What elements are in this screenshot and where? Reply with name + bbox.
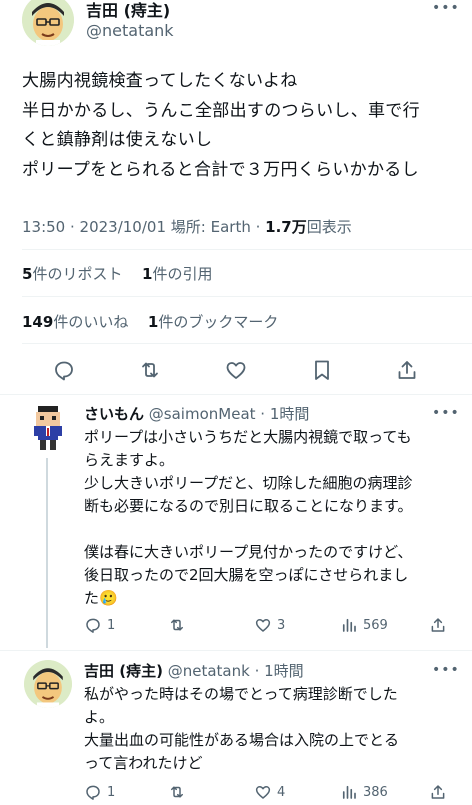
share-button[interactable] (395, 358, 419, 382)
reply-author-name[interactable]: 吉田 (痔主) (84, 662, 163, 680)
quotes-label: 件の引用 (152, 265, 213, 283)
reply-views-button[interactable]: 386 (340, 783, 388, 801)
share-icon (431, 618, 445, 632)
reply-replies-count: 1 (107, 617, 116, 633)
reply-author-handle[interactable]: @saimonMeat (149, 405, 256, 423)
repost-icon (171, 786, 183, 798)
reply-replies-count: 1 (107, 784, 116, 800)
tweet-meta: 13:50 · 2023/10/01 場所: Earth · 1.7万回表示 (22, 218, 352, 236)
reply-repost-button[interactable] (168, 616, 191, 634)
reply-likes-count: 4 (277, 784, 286, 800)
reply-avatar[interactable] (24, 404, 72, 452)
reply-icon (86, 785, 100, 800)
reply-text-line: 大量出血の可能性がある場合は入院の上でとる (84, 731, 400, 749)
reply-like-button[interactable]: 3 (254, 616, 285, 634)
reply-share-button[interactable] (429, 783, 447, 801)
quotes-stat[interactable]: 1件の引用 (142, 265, 212, 283)
reposts-stat[interactable]: 5件のリポスト (22, 265, 122, 283)
reposts-count: 5 (22, 265, 33, 283)
tweet-location[interactable]: 場所: Earth (171, 218, 251, 236)
reply-text-line: らえますよ。 (84, 451, 175, 469)
like-button[interactable] (224, 358, 248, 382)
share-icon (398, 361, 416, 379)
reply-time[interactable]: · 1時間 (255, 662, 304, 680)
reply-button[interactable] (52, 358, 76, 382)
reply-likes-count: 3 (277, 617, 286, 633)
reply-text-line: 断も必要になるので別日に取ることになります。 (84, 497, 413, 515)
reply-text-line (84, 518, 469, 541)
author-name[interactable]: 吉田 (痔主) (86, 0, 170, 21)
bookmarks-count: 1 (147, 313, 159, 331)
reply-text-line: 少し大きいポリープだと、切除した細胞の病理診 (84, 474, 413, 492)
repost-button[interactable] (138, 358, 162, 382)
reply-avatar[interactable] (24, 660, 72, 708)
thread-line (46, 458, 48, 648)
reply-reply-button[interactable]: 1 (84, 616, 115, 634)
avatar-cartoon-face-icon (22, 0, 74, 46)
reply-more-options-icon[interactable]: ••• (432, 405, 460, 421)
reply-text-line: 僕は春に大きいポリープ見付かったのですけど、 (84, 543, 413, 561)
more-options-icon[interactable]: ••• (432, 0, 460, 16)
bookmarks-label: 件のブックマーク (158, 313, 279, 331)
reply-text: 私がやった時はその場でとって病理診断でした よ。 大量出血の可能性がある場合は入… (84, 683, 469, 775)
likes-stat[interactable]: 149件のいいね (22, 313, 128, 331)
bookmark-button[interactable] (310, 358, 334, 382)
reply-views-count: 569 (363, 617, 388, 633)
likes-count: 149 (22, 313, 54, 331)
reply-views-button[interactable]: 569 (340, 616, 388, 634)
tweet-text-line: ポリープをとられると合計で３万円くらいかかるし (22, 159, 419, 180)
views-chart-icon (342, 785, 356, 799)
author-handle[interactable]: @netatank (86, 21, 174, 40)
divider (22, 296, 472, 297)
tweet-text-line: 大腸内視鏡検査ってしたくないよね (22, 71, 298, 91)
repost-icon (171, 619, 183, 631)
reply-text-line: よ。 (84, 708, 115, 726)
reply-text-line: 私がやった時はその場でとって病理診断でした (84, 685, 398, 703)
heart-icon (226, 362, 246, 379)
bookmark-icon (315, 360, 329, 380)
repost-quote-stats: 5件のリポスト 1件の引用 (22, 263, 212, 284)
divider (22, 343, 472, 344)
reply-like-button[interactable]: 4 (254, 783, 285, 801)
reply-more-options-icon[interactable]: ••• (432, 662, 460, 678)
views-chart-icon (342, 618, 356, 632)
reply-text-line: ポリープは小さいうちだと大腸内視鏡で取っても (84, 428, 412, 446)
views-count: 1.7万 (265, 218, 307, 236)
reply-time[interactable]: · 1時間 (260, 405, 309, 423)
divider (0, 394, 472, 395)
reply-header: 吉田 (痔主) @netatank · 1時間 (84, 660, 304, 681)
reply-views-count: 386 (363, 784, 388, 800)
divider (0, 650, 472, 651)
reply-share-button[interactable] (429, 616, 447, 634)
reply-reply-button[interactable]: 1 (84, 783, 115, 801)
reply-author-name[interactable]: さいもん (84, 405, 144, 423)
share-icon (431, 785, 445, 799)
reply-text-line: 後日取ったので2回大腸を空っぽにさせられまし (84, 566, 409, 584)
heart-icon (255, 786, 271, 799)
author-avatar[interactable] (22, 0, 74, 46)
views-label: 回表示 (306, 218, 352, 236)
like-bookmark-stats: 149件のいいね 1件のブックマーク (22, 311, 278, 332)
reply-text-line: って言われたけど (84, 754, 203, 772)
heart-icon (255, 619, 271, 632)
reposts-label: 件のリポスト (32, 265, 123, 283)
reply-icon (55, 361, 73, 381)
reply-repost-button[interactable] (168, 783, 191, 801)
reply-icon (86, 618, 100, 633)
tweet-text: 大腸内視鏡検査ってしたくないよね 半日かかるし、うんこ全部出すのつらいし、車で行… (22, 67, 462, 185)
reply-author-handle[interactable]: @netatank (168, 662, 250, 680)
pixel-character-avatar-icon (34, 406, 62, 450)
tweet-text-line: 半日かかるし、うんこ全部出すのつらいし、車で行 (22, 100, 420, 121)
reply-header: さいもん @saimonMeat · 1時間 (84, 403, 309, 424)
tweet-text-line: くと鎮静剤は使えないし (22, 130, 213, 150)
repost-icon (142, 362, 158, 378)
reply-text: ポリープは小さいうちだと大腸内視鏡で取っても らえますよ。 少し大きいポリープだ… (84, 426, 469, 610)
quotes-count: 1 (142, 265, 153, 283)
likes-label: 件のいいね (53, 313, 129, 331)
tweet-datetime[interactable]: 13:50 · 2023/10/01 (22, 218, 166, 236)
divider (22, 249, 472, 250)
bookmarks-stat[interactable]: 1件のブックマーク (148, 313, 278, 331)
avatar-cartoon-face-icon (24, 660, 72, 708)
reply-text-line: た🥲 (84, 589, 118, 607)
